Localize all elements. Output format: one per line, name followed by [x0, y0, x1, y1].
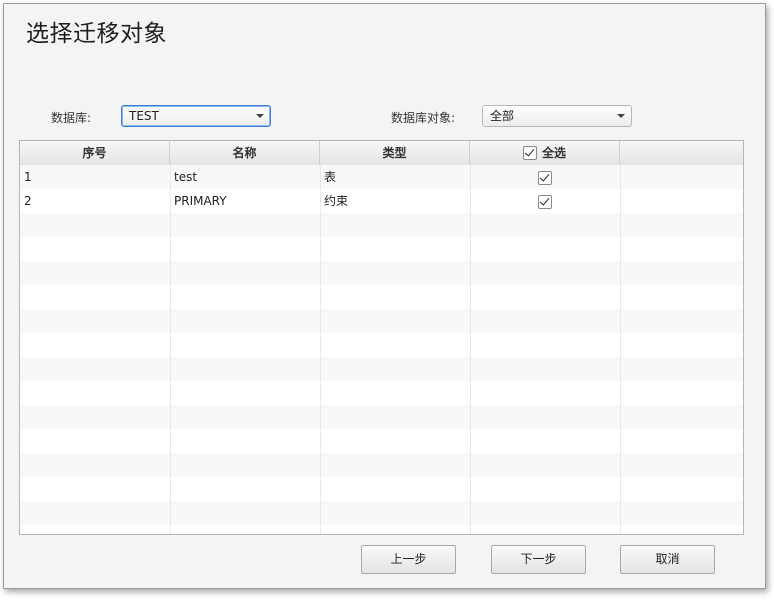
object-select-value: 全部: [490, 109, 515, 123]
column-divider: [620, 165, 621, 534]
empty-row: [20, 333, 743, 357]
empty-row: [20, 285, 743, 309]
table-row[interactable]: 2 PRIMARY 约束: [20, 189, 743, 213]
column-header-name[interactable]: 名称: [170, 141, 320, 165]
empty-row: [20, 309, 743, 333]
column-divider: [470, 165, 471, 534]
row-checkbox[interactable]: [538, 171, 552, 185]
column-header-type[interactable]: 类型: [320, 141, 470, 165]
empty-row: [20, 381, 743, 405]
database-label: 数据库:: [51, 111, 92, 125]
empty-row: [20, 261, 743, 285]
cancel-button[interactable]: 取消: [620, 545, 715, 574]
column-header-index[interactable]: 序号: [20, 141, 170, 165]
empty-row: [20, 405, 743, 429]
empty-row: [20, 357, 743, 381]
chevron-down-icon: [256, 114, 264, 118]
database-select[interactable]: TEST: [121, 105, 271, 127]
row-name: test: [174, 170, 198, 184]
row-name: PRIMARY: [174, 194, 227, 208]
empty-row: [20, 213, 743, 237]
empty-row: [20, 429, 743, 453]
prev-button[interactable]: 上一步: [361, 545, 456, 574]
row-type: 约束: [324, 194, 349, 208]
table-header: 序号 名称 类型 全选: [20, 141, 743, 166]
empty-row: [20, 237, 743, 261]
row-checkbox[interactable]: [538, 195, 552, 209]
empty-row: [20, 501, 743, 525]
table-row[interactable]: 1 test 表: [20, 165, 743, 189]
migration-dialog: 选择迁移对象 数据库: TEST 数据库对象: 全部 序号 名称 类型 全选 1…: [3, 3, 766, 589]
empty-row: [20, 525, 743, 534]
object-select[interactable]: 全部: [482, 105, 632, 127]
column-header-select-all[interactable]: 全选: [470, 141, 620, 165]
object-label: 数据库对象:: [391, 111, 456, 125]
select-all-label: 全选: [541, 146, 566, 160]
row-index: 1: [24, 170, 32, 184]
database-select-value: TEST: [129, 109, 159, 123]
empty-row: [20, 453, 743, 477]
select-all-checkbox[interactable]: [522, 145, 537, 160]
column-header-empty: [620, 141, 743, 165]
next-button[interactable]: 下一步: [491, 545, 586, 574]
dialog-title: 选择迁移对象: [26, 21, 167, 47]
column-divider: [320, 165, 321, 534]
row-index: 2: [24, 194, 32, 208]
empty-row: [20, 477, 743, 501]
row-type: 表: [324, 170, 337, 184]
chevron-down-icon: [617, 114, 625, 118]
migration-object-table: 序号 名称 类型 全选 1 test 表 2 PRIMARY 约束: [19, 140, 744, 535]
column-divider: [170, 165, 171, 534]
